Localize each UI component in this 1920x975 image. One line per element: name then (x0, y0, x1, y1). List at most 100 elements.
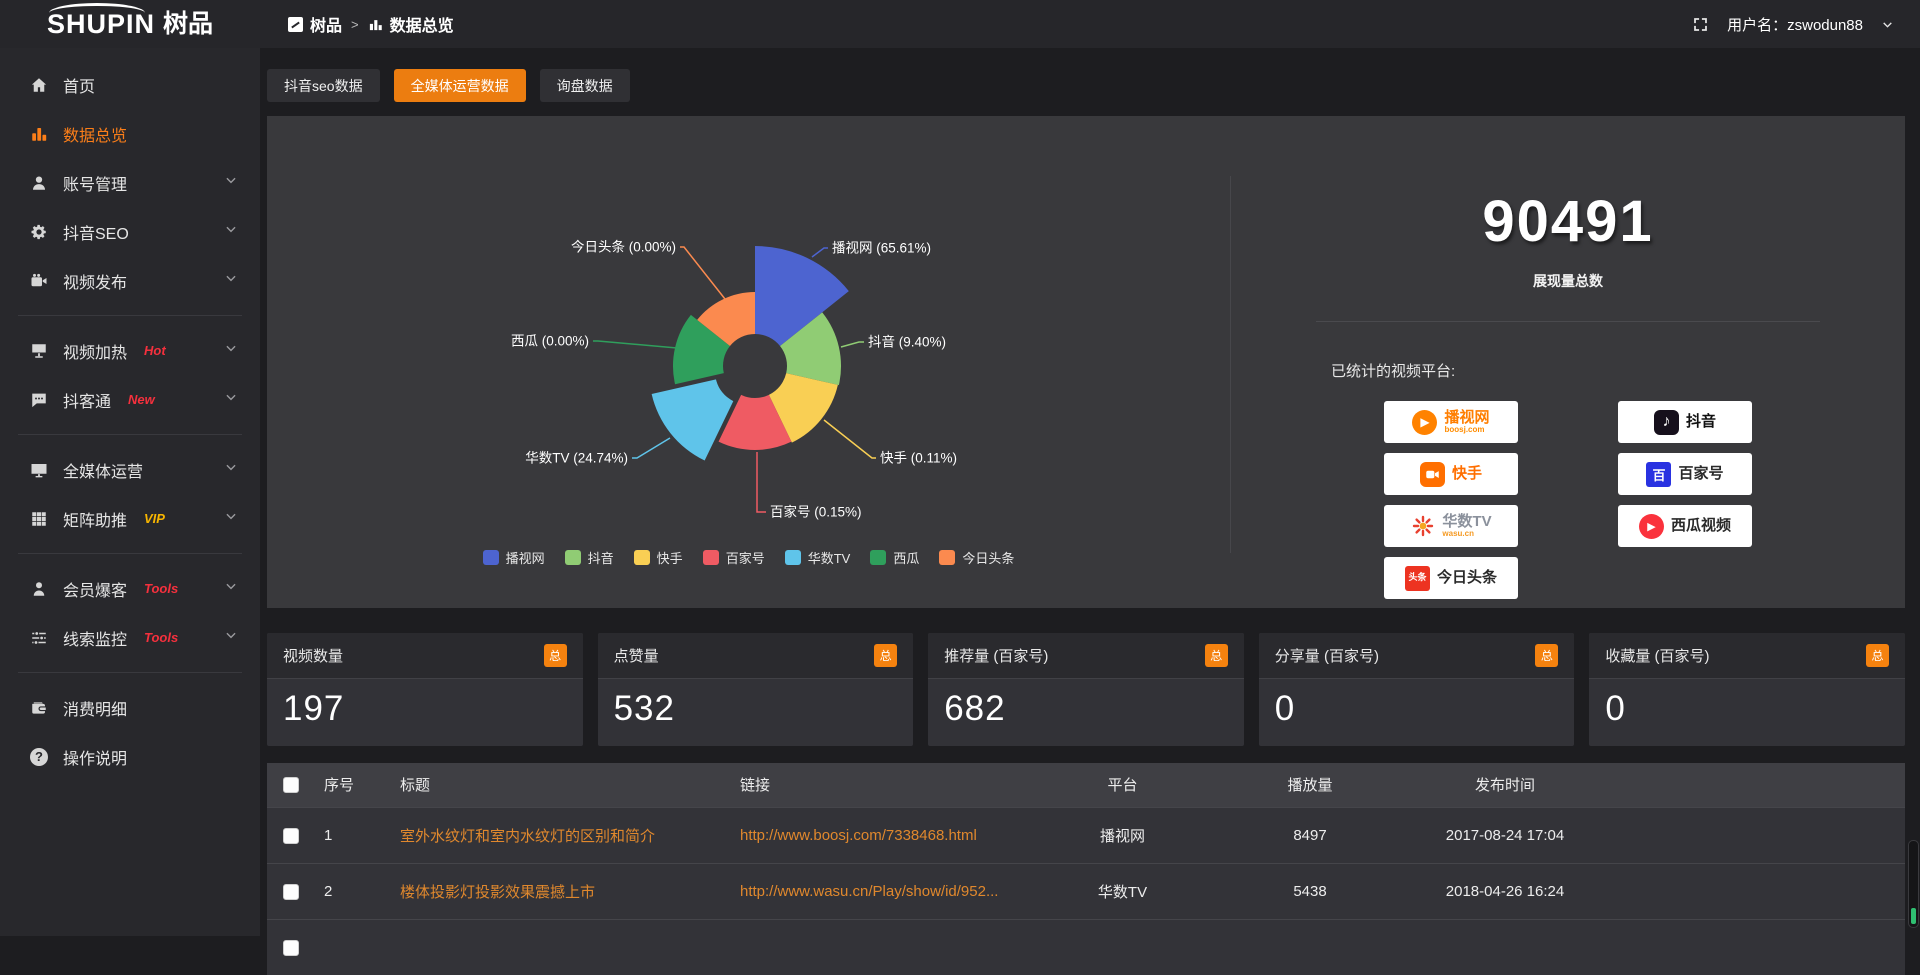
total-badge[interactable]: 总 (874, 644, 897, 667)
legend-label: 百家号 (726, 548, 765, 567)
total-badge[interactable]: 总 (1535, 644, 1558, 667)
monitor-icon (30, 461, 48, 479)
sidebar-item-抖客通[interactable]: 抖客通New (0, 375, 260, 424)
stat-card-value: 0 (1259, 679, 1575, 729)
cell-link[interactable]: http://www.wasu.cn/Play/show/id/952... (730, 863, 1030, 919)
tab-抖音seo数据[interactable]: 抖音seo数据 (267, 69, 380, 102)
scrollbar-thumb[interactable] (1911, 908, 1916, 924)
tab-询盘数据[interactable]: 询盘数据 (540, 69, 630, 102)
sidebar-item-首页[interactable]: 首页 (0, 60, 260, 109)
platforms-section-label: 已统计的视频平台: (1331, 360, 1905, 381)
rose-pie-chart[interactable]: 播视网 (65.61%)抖音 (9.40%)快手 (0.11%)百家号 (0.1… (267, 116, 1230, 596)
chevron-down-icon (224, 222, 238, 241)
cell-seq: 2 (314, 863, 390, 919)
sidebar-item-矩阵助推[interactable]: 矩阵助推VIP (0, 494, 260, 543)
sidebar-item-账号管理[interactable]: 账号管理 (0, 158, 260, 207)
platform-name: 华数TVwasu.cn (1442, 514, 1491, 539)
chevron-down-icon (224, 173, 238, 192)
total-badge[interactable]: 总 (1205, 644, 1228, 667)
chevron-down-icon (224, 628, 238, 647)
column-header-序号: 序号 (314, 763, 390, 807)
stat-card-label: 视频数量 (283, 645, 343, 666)
total-badge[interactable]: 总 (1866, 644, 1889, 667)
sidebar-item-线索监控[interactable]: 线索监控Tools (0, 613, 260, 662)
stat-card-value: 0 (1589, 679, 1905, 729)
chevron-down-icon[interactable] (1881, 18, 1894, 31)
overview-panel: 播视网 (65.61%)抖音 (9.40%)快手 (0.11%)百家号 (0.1… (267, 116, 1905, 608)
breadcrumb-home[interactable]: 树品 (288, 12, 342, 36)
total-impressions-value: 90491 (1231, 188, 1905, 255)
pie-label-今日头条: 今日头条 (0.00%) (571, 239, 676, 255)
top-bar: SHUPIN 树品 树品 > 数据总览 用户名：zswodun88 (0, 0, 1920, 48)
table-row: 2 楼体投影灯投影效果震撼上市 http://www.wasu.cn/Play/… (267, 863, 1905, 919)
sidebar-item-视频加热[interactable]: 视频加热Hot (0, 326, 260, 375)
legend-item-百家号[interactable]: 百家号 (703, 548, 765, 567)
pie-slice-华数TV[interactable] (652, 379, 734, 460)
legend-swatch (939, 550, 955, 565)
tab-全媒体运营数据[interactable]: 全媒体运营数据 (394, 69, 526, 102)
page-scrollbar[interactable] (1908, 840, 1919, 928)
logo-arc-decoration (49, 3, 145, 13)
stat-card-收藏量 (百家号): 收藏量 (百家号) 总 0 (1589, 633, 1905, 746)
select-all-checkbox[interactable] (283, 777, 299, 793)
sidebar-item-label: 抖音SEO (63, 220, 129, 244)
total-badge[interactable]: 总 (544, 644, 567, 667)
sidebar-item-tag: Tools (144, 581, 178, 596)
sidebar: 首页数据总览账号管理抖音SEO 视频发布视频加热Hot抖客通New 全媒体运营矩阵助… (0, 48, 260, 936)
legend-label: 华数TV (808, 548, 851, 567)
stat-card-value: 197 (267, 679, 583, 729)
sidebar-item-数据总览[interactable]: 数据总览 (0, 109, 260, 158)
sidebar-item-会员爆客[interactable]: 会员爆客Tools (0, 564, 260, 613)
chart-legend: 播视网 抖音 快手 百家号 华数TV 西瓜 今日头条 (267, 548, 1230, 567)
sidebar-divider (18, 672, 242, 673)
member-icon (30, 580, 48, 598)
row-checkbox[interactable] (283, 884, 299, 900)
row-checkbox[interactable] (283, 940, 299, 956)
legend-item-快手[interactable]: 快手 (634, 548, 683, 567)
chat-icon (30, 391, 48, 409)
gear-icon (30, 223, 48, 241)
username-label[interactable]: 用户名：zswodun88 (1727, 14, 1863, 35)
legend-item-播视网[interactable]: 播视网 (483, 548, 545, 567)
sidebar-item-label: 操作说明 (63, 745, 127, 769)
app-logo[interactable]: SHUPIN 树品 (0, 0, 260, 48)
legend-item-今日头条[interactable]: 今日头条 (939, 548, 1014, 567)
legend-label: 今日头条 (962, 548, 1014, 567)
pie-label-line (757, 452, 766, 512)
edit-square-icon (288, 17, 303, 32)
sidebar-item-消费明细[interactable]: 消费明细 (0, 683, 260, 732)
cell-time: 2018-04-26 16:24 (1405, 863, 1605, 919)
platform-badge-华数TV: 华数TVwasu.cn (1384, 505, 1518, 547)
cell-plays: 5438 (1215, 863, 1405, 919)
row-checkbox[interactable] (283, 828, 299, 844)
bar-chart-icon (368, 17, 383, 32)
breadcrumb-label-root: 树品 (310, 12, 342, 36)
sidebar-divider (18, 315, 242, 316)
sidebar-item-视频发布[interactable]: 视频发布 (0, 256, 260, 305)
breadcrumb-current[interactable]: 数据总览 (368, 12, 454, 36)
cell-title[interactable]: 楼体投影灯投影效果震撼上市 (390, 863, 730, 919)
cell-link[interactable]: http://www.boosj.com/7338468.html (730, 807, 1030, 863)
logo-text: SHUPIN (47, 11, 155, 38)
legend-item-华数TV[interactable]: 华数TV (785, 548, 851, 567)
sidebar-item-操作说明[interactable]: ? 操作说明 (0, 732, 260, 781)
sidebar-item-全媒体运营[interactable]: 全媒体运营 (0, 445, 260, 494)
breadcrumb-label-current: 数据总览 (390, 12, 454, 36)
platform-badge-抖音: ♪ 抖音 (1618, 401, 1752, 443)
platform-name: 西瓜视频 (1671, 518, 1731, 534)
legend-label: 快手 (657, 548, 683, 567)
fullscreen-icon[interactable] (1692, 16, 1709, 33)
sidebar-item-label: 视频加热 (63, 339, 127, 363)
cell-title[interactable]: 室外水纹灯和室内水纹灯的区别和简介 (390, 807, 730, 863)
help-icon: ? (30, 748, 48, 766)
pie-label-百家号: 百家号 (0.15%) (770, 504, 862, 520)
sidebar-item-抖音SEO[interactable]: 抖音SEO (0, 207, 260, 256)
stat-cards-row: 视频数量 总 197 点赞量 总 532 推荐量 (百家号) 总 682 分享量… (267, 633, 1905, 746)
legend-label: 西瓜 (893, 548, 919, 567)
cell-platform: 华数TV (1030, 863, 1215, 919)
platform-badge-快手: 快手 (1384, 453, 1518, 495)
sidebar-divider (18, 434, 242, 435)
legend-item-西瓜[interactable]: 西瓜 (870, 548, 919, 567)
legend-item-抖音[interactable]: 抖音 (565, 548, 614, 567)
pie-label-西瓜: 西瓜 (0.00%) (511, 334, 589, 349)
